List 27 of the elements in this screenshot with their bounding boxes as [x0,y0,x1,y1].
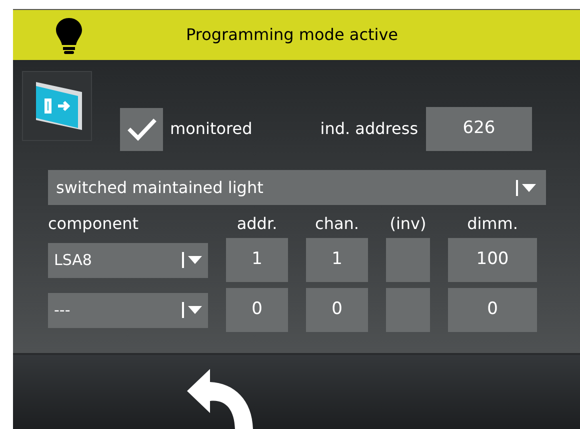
input-field[interactable]: 0 [226,288,288,332]
dropdown-caret-icon [516,180,538,196]
input-field[interactable] [386,288,430,332]
exit-sign-button[interactable] [22,71,92,141]
input-field[interactable]: 1 [226,238,288,282]
input-field[interactable]: 100 [448,238,537,282]
monitored-checkbox[interactable] [120,108,163,150]
column-header: dimm. [466,216,519,232]
banner-title: Programming mode active [186,24,398,46]
input-field[interactable]: 0 [306,288,368,332]
checkbox-label: monitored [170,118,252,140]
dropdown-caret-icon [182,302,204,318]
input-field[interactable] [386,238,430,282]
column-header: chan. [314,216,360,232]
mode-dropdown[interactable]: switched maintained light [48,170,546,205]
component-dropdown[interactable]: LSA8 [48,242,208,278]
column-header: (inv) [388,216,428,232]
column-header: addr. [236,216,278,232]
input-field[interactable]: 0 [448,288,537,332]
column-header: component [48,216,140,232]
component-dropdown[interactable]: --- [48,292,208,328]
address-label: ind. address [320,118,418,140]
input-field[interactable]: 626 [426,107,532,151]
input-field[interactable]: 1 [306,238,368,282]
light-bulb-icon [55,17,83,55]
checkmark-icon [126,116,158,142]
dropdown-caret-icon [182,252,204,268]
